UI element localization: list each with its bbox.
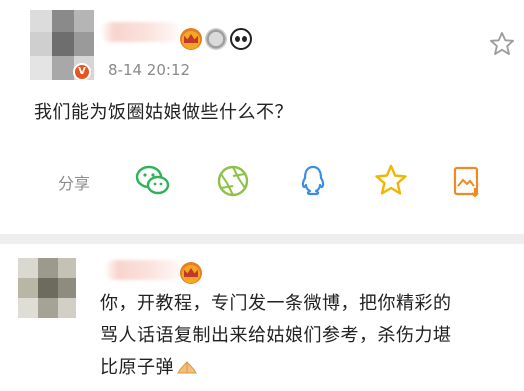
qq-icon[interactable] xyxy=(294,162,332,200)
comment-line-3: 比原子弹 xyxy=(100,352,524,384)
comment-text: 你，开教程，专门发一条微博，把你精彩的 骂人话语复制出来给姑娘们参考，杀伤力堪 … xyxy=(100,288,524,384)
comment-line-1: 你，开教程，专门发一条微博，把你精彩的 xyxy=(100,293,452,314)
commenter-avatar[interactable] xyxy=(18,258,76,318)
crown-icon xyxy=(180,262,202,284)
share-label: 分享 xyxy=(58,174,91,193)
comment-line-3-text: 比原子弹 xyxy=(100,357,174,378)
post-time: 8-14 20:12 xyxy=(108,61,191,79)
verified-badge: V xyxy=(73,63,91,81)
comment-card: 你，开教程，专门发一条微博，把你精彩的 骂人话语复制出来给姑娘们参考，杀伤力堪 … xyxy=(0,244,524,391)
favorite-star-icon[interactable] xyxy=(488,30,516,58)
crown-icon xyxy=(180,28,202,50)
qzone-icon[interactable] xyxy=(372,162,410,200)
username-blurred[interactable] xyxy=(100,22,180,42)
wechat-icon[interactable] xyxy=(134,162,172,200)
praying-hands-emoji-icon xyxy=(177,361,197,374)
medal-icon xyxy=(205,28,227,50)
moments-icon[interactable] xyxy=(214,162,252,200)
post-text: 我们能为饭圈姑娘做些什么不？ xyxy=(34,102,293,123)
post-card: V 8-14 20:12 我们能为饭圈姑娘做些什么不？ 分享 xyxy=(0,0,524,234)
panda-icon xyxy=(230,28,252,50)
save-image-icon[interactable] xyxy=(448,162,486,200)
commenter-username-blurred[interactable] xyxy=(104,260,182,280)
comment-line-2: 骂人话语复制出来给姑娘们参考，杀伤力堪 xyxy=(100,325,452,346)
